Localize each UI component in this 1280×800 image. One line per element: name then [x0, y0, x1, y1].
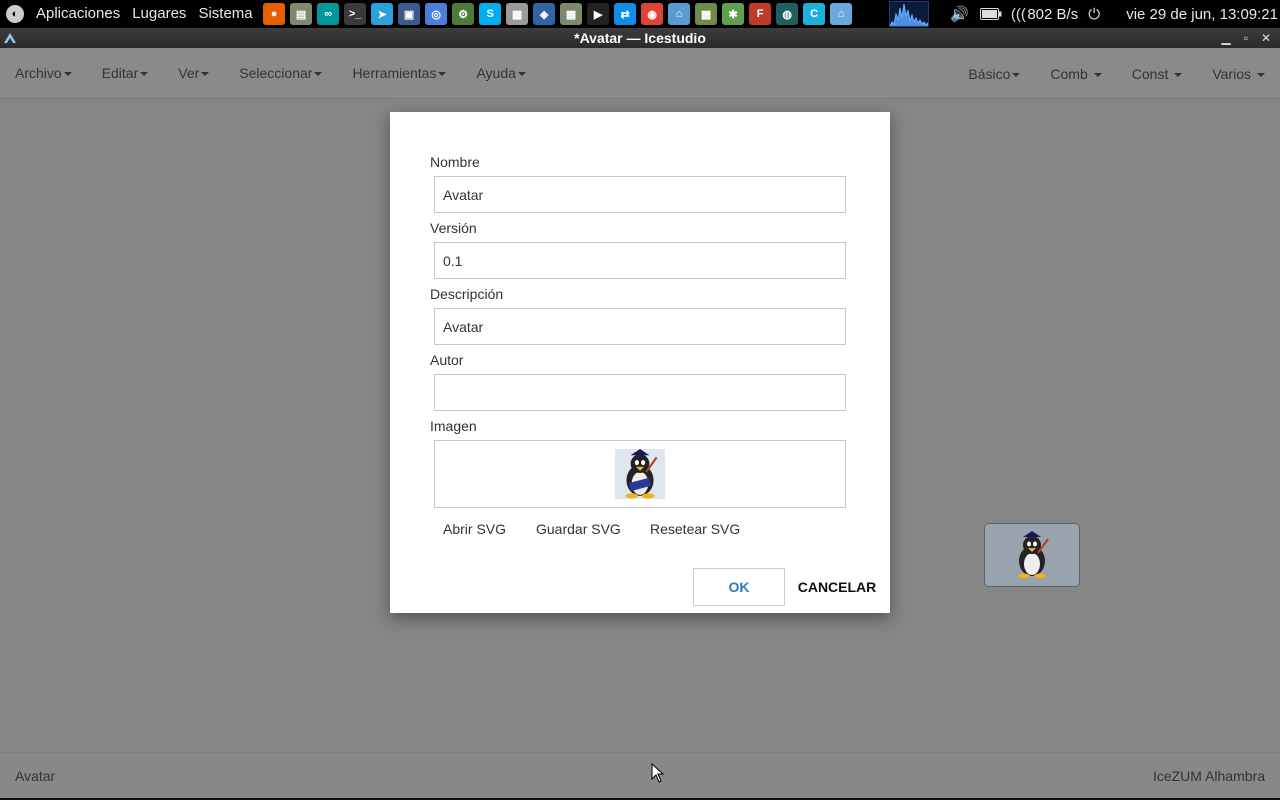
caret-down-icon	[201, 72, 210, 77]
app-menubar: Archivo Editar Ver Seleccionar Herramien…	[0, 48, 1280, 99]
caret-down-icon	[517, 72, 526, 77]
version-input[interactable]	[434, 242, 846, 279]
media-player-icon[interactable]: ▶	[587, 3, 610, 25]
version-label: Versión	[430, 220, 477, 236]
image-viewer-icon[interactable]: ▩	[695, 3, 718, 25]
caret-down-icon	[1012, 72, 1021, 77]
fritzing-icon[interactable]: F	[749, 3, 772, 25]
nombre-label: Nombre	[430, 154, 480, 170]
file-manager-icon[interactable]: ▤	[290, 3, 313, 25]
menu-ayuda[interactable]: Ayuda	[461, 65, 540, 81]
ccleaner-icon[interactable]: C	[803, 3, 826, 25]
menu-comb-label: Comb	[1050, 65, 1088, 82]
status-board-name[interactable]: IceZUM Alhambra	[1153, 768, 1265, 784]
menu-seleccionar-label: Seleccionar	[239, 65, 313, 81]
caret-down-icon	[438, 72, 447, 77]
menu-archivo-label: Archivo	[15, 65, 62, 81]
firefox-icon[interactable]: ●	[263, 3, 286, 25]
menu-varios-label: Varios	[1212, 65, 1251, 82]
network-icon[interactable]: ✱	[722, 3, 745, 25]
panel-menu-sistema[interactable]: Sistema	[192, 0, 258, 28]
menu-const[interactable]: Const	[1117, 66, 1198, 82]
menu-ver[interactable]: Ver	[163, 65, 224, 81]
arduino-icon[interactable]: ∞	[317, 3, 340, 25]
system-tray: 🔊 ((( 802 B/s ⏻ vie 29 de jun, 13:09:21	[889, 0, 1280, 28]
statusbar: Avatar IceZUM Alhambra	[0, 752, 1280, 798]
menu-varios[interactable]: Varios	[1197, 66, 1280, 82]
wireless-icon[interactable]: (((	[1011, 5, 1026, 23]
menu-basico[interactable]: Básico	[953, 66, 1035, 82]
menu-const-label: Const	[1131, 65, 1169, 82]
imagen-label: Imagen	[430, 418, 477, 434]
clock[interactable]: vie 29 de jun, 13:09:21	[1126, 6, 1278, 23]
caret-down-icon	[140, 72, 149, 77]
avatar-block[interactable]	[984, 523, 1080, 587]
calculator-icon[interactable]: ▦	[506, 3, 529, 25]
cancel-button[interactable]: CANCELAR	[794, 568, 880, 606]
window-controls: ▁ ▫ ✕	[1216, 28, 1276, 48]
icestudio-icon	[4, 33, 16, 43]
tux-penguin-icon	[615, 449, 665, 499]
menu-basico-label: Básico	[968, 65, 1011, 82]
icestudio-icon[interactable]: ⌂	[830, 3, 853, 25]
caret-down-icon	[63, 72, 72, 77]
menu-editar[interactable]: Editar	[87, 65, 164, 81]
caret-down-icon	[1257, 72, 1265, 77]
ok-button[interactable]: OK	[693, 568, 785, 606]
panel-menu-lugares[interactable]: Lugares	[126, 0, 192, 28]
system-logo-icon[interactable]: ◐	[6, 5, 24, 23]
maximize-icon[interactable]: ▫	[1236, 28, 1256, 48]
menu-herramientas[interactable]: Herramientas	[337, 65, 461, 81]
network-graph-icon	[889, 1, 930, 27]
autor-label: Autor	[430, 352, 464, 368]
system-monitor-icon[interactable]: ⚙	[452, 3, 475, 25]
virtualbox-icon[interactable]: ◈	[533, 3, 556, 25]
teamviewer-icon[interactable]: ⇄	[614, 3, 637, 25]
power-icon[interactable]: ⏻	[1083, 5, 1105, 23]
nombre-input[interactable]	[434, 176, 846, 213]
spreadsheet-icon[interactable]: ▦	[560, 3, 583, 25]
network-speed: 802 B/s	[1027, 5, 1079, 23]
remote-desktop-icon[interactable]: ▣	[398, 3, 421, 25]
block-menus: Básico Comb Const Varios	[953, 48, 1280, 99]
caret-down-icon	[1093, 72, 1102, 77]
chrome-icon[interactable]: ◉	[641, 3, 664, 25]
panel-menu-aplicaciones[interactable]: Aplicaciones	[30, 0, 126, 28]
autor-input[interactable]	[434, 374, 846, 411]
icestudio-icon[interactable]: ⌂	[668, 3, 691, 25]
menu-comb[interactable]: Comb	[1035, 66, 1116, 82]
vpn-icon[interactable]: ◍	[776, 3, 799, 25]
image-preview	[434, 440, 846, 508]
telegram-icon[interactable]: ➤	[371, 3, 394, 25]
tux-penguin-icon	[1018, 531, 1049, 579]
close-icon[interactable]: ✕	[1256, 28, 1276, 48]
menu-ayuda-label: Ayuda	[476, 65, 516, 81]
window-title: *Avatar — Icestudio	[574, 30, 706, 46]
project-info-dialog: Nombre Versión Descripción Autor Imagen …	[390, 112, 890, 613]
window-titlebar: *Avatar — Icestudio ▁ ▫ ✕	[0, 28, 1280, 48]
menu-ver-label: Ver	[178, 65, 200, 81]
system-top-panel: ◐ Aplicaciones Lugares Sistema ● ▤ ∞ >_ ➤ ▣ ◎ ⚙…	[0, 0, 1280, 28]
open-svg-button[interactable]: Abrir SVG	[443, 521, 506, 537]
descripcion-input[interactable]	[434, 308, 846, 345]
menu-archivo[interactable]: Archivo	[0, 65, 87, 81]
battery-icon[interactable]	[980, 5, 1002, 23]
launcher-bar: ● ▤ ∞ >_ ➤ ▣ ◎ ⚙ S ▦ ◈ ▦ ▶ ⇄ ◉ ⌂ ▩ ✱ F ◍ C ⌂	[261, 3, 855, 25]
menu-seleccionar[interactable]: Seleccionar	[224, 65, 337, 81]
terminal-icon[interactable]: >_	[344, 3, 367, 25]
reset-svg-button[interactable]: Resetear SVG	[650, 521, 740, 537]
mouse-pointer-icon	[651, 763, 665, 783]
skype-icon[interactable]: S	[479, 3, 502, 25]
descripcion-label: Descripción	[430, 286, 504, 302]
minimize-icon[interactable]: ▁	[1216, 28, 1236, 48]
caret-down-icon	[314, 72, 323, 77]
save-svg-button[interactable]: Guardar SVG	[536, 521, 621, 537]
volume-icon[interactable]: 🔊	[948, 5, 970, 23]
menu-herramientas-label: Herramientas	[352, 65, 437, 81]
chromium-icon[interactable]: ◎	[425, 3, 448, 25]
caret-down-icon	[1174, 72, 1183, 77]
status-project-name: Avatar	[15, 768, 56, 784]
menu-editar-label: Editar	[101, 65, 139, 81]
